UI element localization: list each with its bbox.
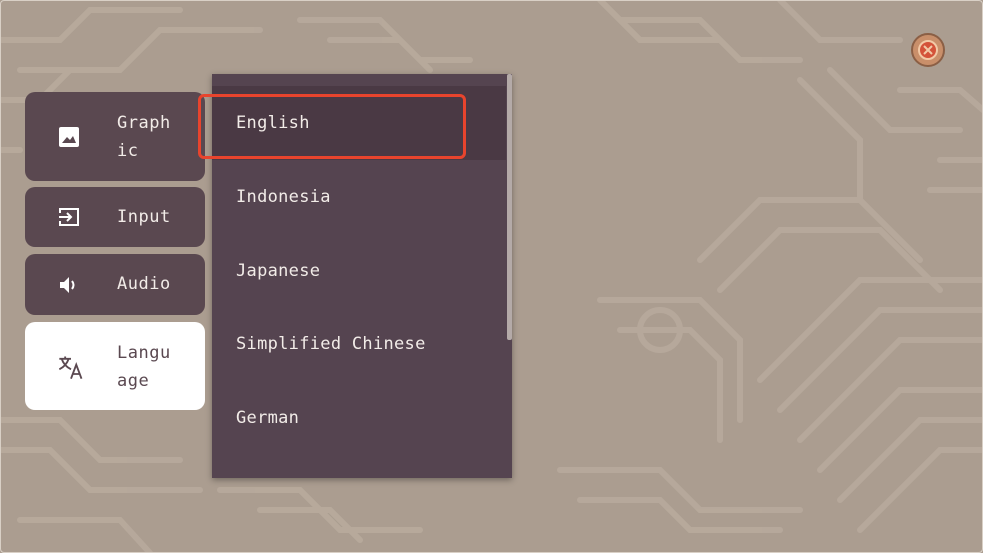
tab-audio[interactable]: Audio xyxy=(25,254,205,315)
tab-graphic[interactable]: Graphic xyxy=(25,92,205,181)
translate-icon xyxy=(58,356,83,379)
tab-input[interactable]: Input xyxy=(25,187,205,247)
dropdown-scrollbar[interactable] xyxy=(507,74,512,340)
language-option-indonesia[interactable]: Indonesia xyxy=(212,160,506,234)
tab-language[interactable]: Language xyxy=(25,322,205,410)
tab-input-label: Input xyxy=(117,207,171,227)
image-icon xyxy=(59,127,79,147)
close-icon xyxy=(918,40,938,60)
language-option-german[interactable]: German xyxy=(212,381,506,455)
language-option-english[interactable]: English xyxy=(212,86,506,160)
tab-graphic-label: Graphic xyxy=(117,113,171,161)
tab-audio-label: Audio xyxy=(117,274,171,294)
speaker-icon xyxy=(60,277,75,293)
language-dropdown[interactable]: English Indonesia Japanese Simplified Ch… xyxy=(212,74,512,478)
language-option-simplified-chinese[interactable]: Simplified Chinese xyxy=(212,307,506,381)
tab-language-label: Language xyxy=(117,343,171,391)
language-option-japanese[interactable]: Japanese xyxy=(212,234,506,308)
input-icon xyxy=(59,208,79,226)
close-button[interactable] xyxy=(911,33,945,67)
